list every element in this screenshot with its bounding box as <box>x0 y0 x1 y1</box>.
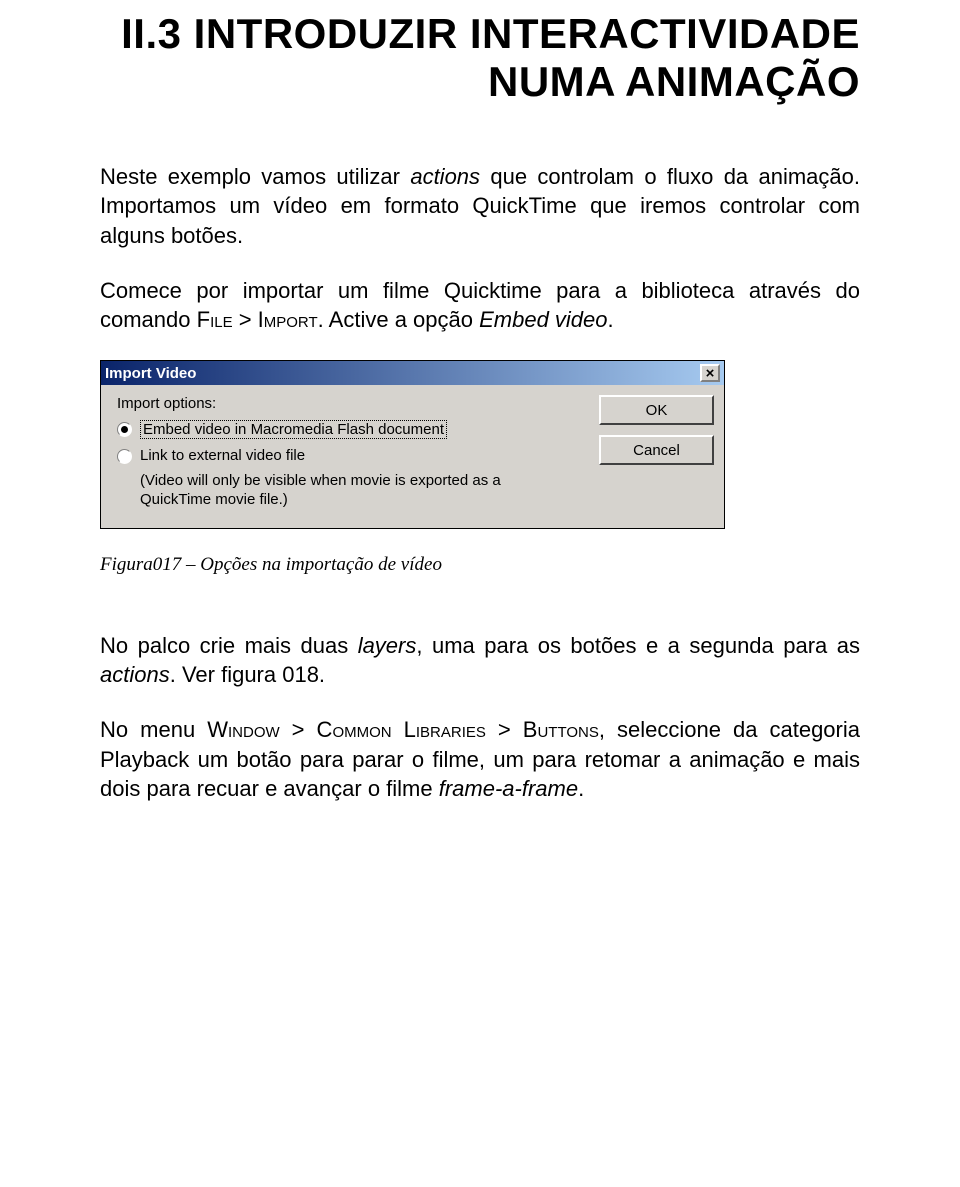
cancel-button[interactable]: Cancel <box>599 435 714 465</box>
page-heading: II.3 INTRODUZIR INTERACTIVIDADE NUMA ANI… <box>100 10 860 107</box>
title-line-2: NUMA ANIMAÇÃO <box>488 58 860 105</box>
text: , uma para os botões e a segunda para as <box>416 633 860 658</box>
paragraph-4: No menu Window > Common Libraries > Butt… <box>100 715 860 804</box>
option-embed[interactable]: Embed video in Macromedia Flash document <box>117 420 573 439</box>
import-video-dialog: Import Video × Import options: Embed vid… <box>100 360 725 529</box>
text: . Ver figura 018. <box>170 662 325 687</box>
menu-path: Window > Common Libraries > Buttons <box>207 717 599 742</box>
option-link-label: Link to external video file <box>140 447 305 464</box>
paragraph-3: No palco crie mais duas layers, uma para… <box>100 631 860 690</box>
dialog-buttons: OK Cancel <box>599 395 714 510</box>
dialog-titlebar: Import Video × <box>101 361 724 385</box>
cancel-button-label: Cancel <box>633 442 680 459</box>
text: No palco crie mais duas <box>100 633 358 658</box>
text-italic: frame-a-frame <box>439 776 578 801</box>
text-italic: actions <box>100 662 170 687</box>
title-line-1: II.3 INTRODUZIR INTERACTIVIDADE <box>121 10 860 57</box>
paragraph-2: Comece por importar um filme Quicktime p… <box>100 276 860 335</box>
option-link[interactable]: Link to external video file <box>117 447 573 464</box>
text: . Active a opção <box>318 307 479 332</box>
figure-dialog: Import Video × Import options: Embed vid… <box>100 360 860 529</box>
option-link-note: (Video will only be visible when movie i… <box>140 472 573 510</box>
dialog-options: Import options: Embed video in Macromedi… <box>117 395 573 510</box>
text: No menu <box>100 717 207 742</box>
ok-button-label: OK <box>646 402 668 419</box>
close-glyph: × <box>706 365 715 382</box>
radio-selected-icon <box>117 422 132 437</box>
figure-caption: Figura017 – Opções na importação de víde… <box>100 554 860 576</box>
menu-path: File > Import <box>197 307 318 332</box>
text: Neste exemplo vamos utilizar <box>100 164 410 189</box>
close-icon[interactable]: × <box>700 364 720 382</box>
options-label: Import options: <box>117 395 573 412</box>
paragraph-1: Neste exemplo vamos utilizar actions que… <box>100 162 860 251</box>
dialog-body: Import options: Embed video in Macromedi… <box>101 385 724 528</box>
text: . <box>578 776 584 801</box>
option-embed-label: Embed video in Macromedia Flash document <box>140 420 447 439</box>
ok-button[interactable]: OK <box>599 395 714 425</box>
dialog-title: Import Video <box>105 365 196 382</box>
radio-unselected-icon <box>117 449 132 464</box>
text-italic: actions <box>410 164 480 189</box>
text-italic: Embed video <box>479 307 607 332</box>
text: . <box>608 307 614 332</box>
text-italic: layers <box>358 633 417 658</box>
